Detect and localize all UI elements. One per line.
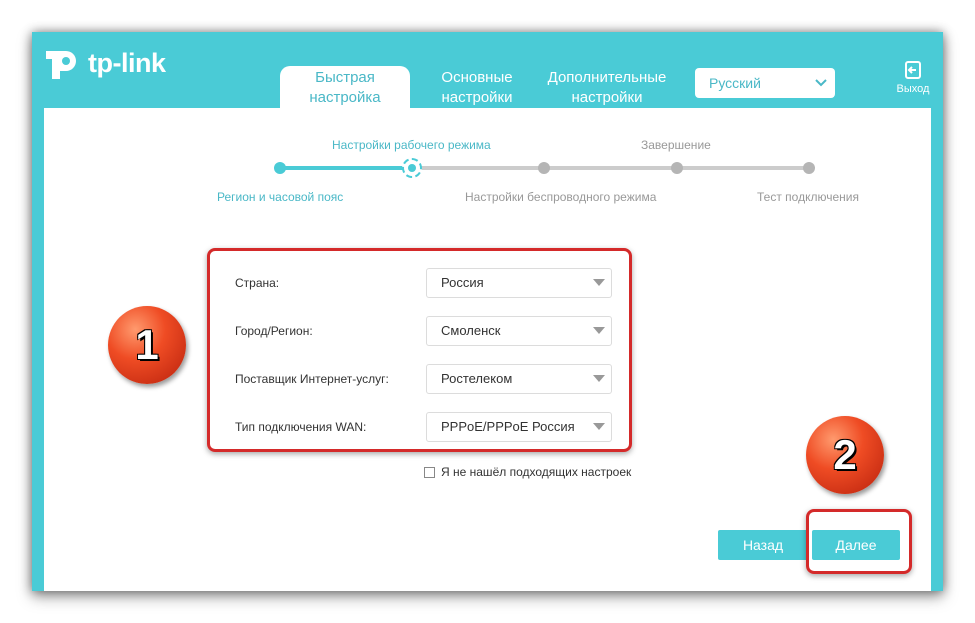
tp-link-logo: tp-link xyxy=(42,40,166,86)
annotation-badge-1: 1 xyxy=(108,306,186,384)
not-found-checkbox[interactable] xyxy=(424,466,435,478)
tab-advanced-line1: Дополнительные xyxy=(547,69,667,86)
not-found-checkbox-row[interactable]: Я не нашёл подходящих настроек xyxy=(424,465,631,479)
tp-link-logo-icon xyxy=(46,51,76,79)
progress-line-done xyxy=(280,166,412,170)
logout-label: Выход xyxy=(896,83,930,95)
tab-advanced-line2: настройки xyxy=(571,89,643,106)
logo-text: tp-link xyxy=(88,47,166,78)
step-dot-wireless xyxy=(538,162,550,174)
step-label-wireless: Настройки беспроводного режима xyxy=(465,190,657,204)
language-select[interactable]: Русский xyxy=(695,68,835,98)
tab-quick-setup-line1: Быстрая xyxy=(315,69,375,86)
tab-quick-setup[interactable]: Быстрая настройка xyxy=(280,66,410,108)
logout-button[interactable]: Выход xyxy=(892,60,934,95)
step-label-region: Регион и часовой пояс xyxy=(217,190,344,204)
progress-line-pending xyxy=(412,166,809,170)
back-button[interactable]: Назад xyxy=(718,530,808,560)
step-label-finish: Завершение xyxy=(641,138,711,152)
step-label-operation-mode: Настройки рабочего режима xyxy=(332,138,491,152)
step-dot-finish xyxy=(671,162,683,174)
tab-basic-line2: настройки xyxy=(441,89,513,106)
annotation-box-next xyxy=(806,509,912,574)
step-dot-current xyxy=(402,158,422,178)
tab-basic-line1: Основные xyxy=(441,69,513,86)
step-dot-region xyxy=(274,162,286,174)
step-label-test: Тест подключения xyxy=(757,190,859,204)
tab-advanced-settings[interactable]: Дополнительные настройки xyxy=(537,66,677,108)
step-dot-test xyxy=(803,162,815,174)
chevron-down-icon xyxy=(815,68,827,108)
tab-basic-settings[interactable]: Основные настройки xyxy=(427,66,527,108)
logout-icon xyxy=(905,61,921,79)
annotation-box-form xyxy=(207,248,632,452)
not-found-label: Я не нашёл подходящих настроек xyxy=(441,465,632,479)
annotation-badge-2: 2 xyxy=(806,416,884,494)
language-value: Русский xyxy=(709,75,761,91)
tab-quick-setup-line2: настройка xyxy=(309,89,381,106)
